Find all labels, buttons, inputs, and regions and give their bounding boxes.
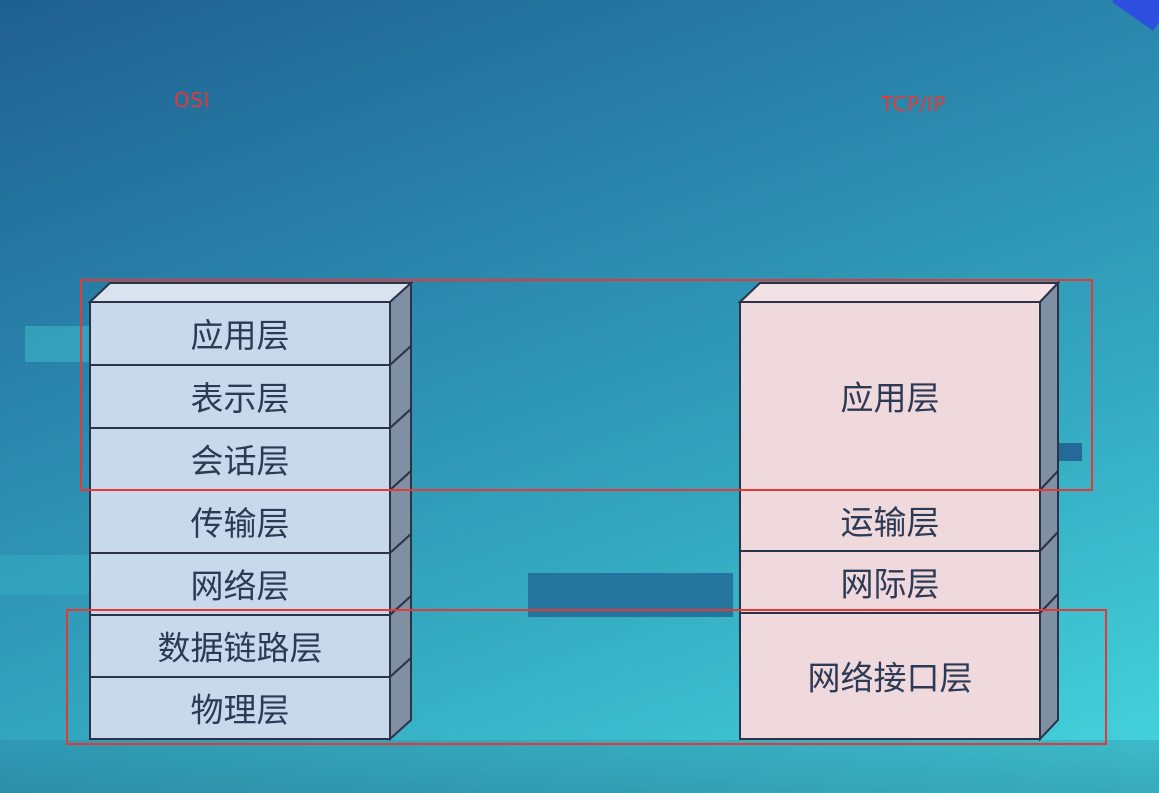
tcpip-layer-label: 网际层 <box>841 565 940 604</box>
osi-layer-label: 网络层 <box>191 567 290 606</box>
highlight-box-upper-layers <box>80 279 1093 491</box>
highlight-box-lower-layers <box>66 609 1107 745</box>
tcpip-layer-label: 运输层 <box>841 503 940 542</box>
osi-layer-label: 传输层 <box>191 504 290 543</box>
